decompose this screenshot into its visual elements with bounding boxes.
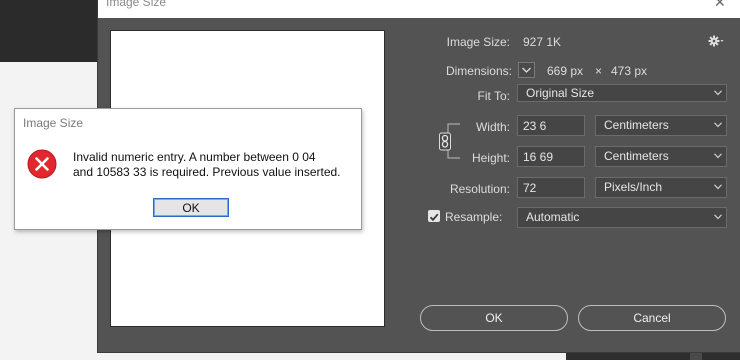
chevron-down-icon <box>714 153 722 161</box>
dimensions-unit-dropdown[interactable] <box>518 62 535 78</box>
close-icon[interactable]: ✕ <box>714 0 726 11</box>
alert-title: Image Size <box>23 116 84 130</box>
resolution-input[interactable]: 72 <box>517 177 585 198</box>
background-app-toolbar <box>0 0 100 62</box>
gear-icon[interactable] <box>708 34 724 52</box>
chevron-down-icon <box>714 122 722 130</box>
width-unit-select[interactable]: Centimeters <box>595 115 727 136</box>
fit-to-label: Fit To: <box>477 89 510 103</box>
chevron-down-icon <box>714 90 722 98</box>
chevron-down-icon <box>522 67 531 73</box>
width-unit-value: Centimeters <box>604 118 669 132</box>
resample-value: Automatic <box>526 210 580 224</box>
checkmark-icon <box>429 213 439 222</box>
resample-checkbox[interactable] <box>428 210 440 222</box>
alert-ok-button[interactable]: OK <box>153 198 229 217</box>
fit-to-select[interactable]: Original Size <box>517 84 727 102</box>
resolution-unit-select[interactable]: Pixels/Inch <box>595 177 727 198</box>
image-size-value: 927 1K <box>523 35 562 49</box>
height-label: Height: <box>471 151 510 165</box>
dimensions-times: × <box>595 64 603 78</box>
alert-message: Invalid numeric entry. A number between … <box>73 150 341 179</box>
resolution-unit-value: Pixels/Inch <box>604 180 663 194</box>
resolution-label: Resolution: <box>449 182 510 196</box>
resample-label: Resample: <box>445 210 503 224</box>
width-input[interactable]: 23 6 <box>517 115 585 136</box>
fit-to-value: Original Size <box>526 86 595 100</box>
width-value: 23 6 <box>523 119 547 133</box>
dimensions-height: 473 px <box>611 64 648 78</box>
error-alert-dialog: Image Size Invalid numeric entry. A numb… <box>14 108 362 230</box>
cancel-button[interactable]: Cancel <box>578 305 726 331</box>
height-value: 16 69 <box>523 150 554 164</box>
resolution-value: 72 <box>523 181 537 195</box>
error-icon <box>27 149 57 184</box>
chevron-down-icon <box>714 214 722 222</box>
dialog-titlebar: Image Size ✕ <box>98 0 740 18</box>
dimensions-label: Dimensions: <box>445 64 512 78</box>
height-input[interactable]: 16 69 <box>517 146 585 167</box>
image-size-label: Image Size: <box>446 35 510 49</box>
dialog-title: Image Size <box>106 0 167 9</box>
resample-select[interactable]: Automatic <box>517 207 727 228</box>
height-unit-select[interactable]: Centimeters <box>595 146 727 167</box>
height-unit-value: Centimeters <box>604 149 669 163</box>
dimensions-width: 669 px <box>547 64 584 78</box>
chevron-down-icon <box>714 184 722 192</box>
width-label: Width: <box>475 120 510 134</box>
ok-button[interactable]: OK <box>420 305 568 331</box>
